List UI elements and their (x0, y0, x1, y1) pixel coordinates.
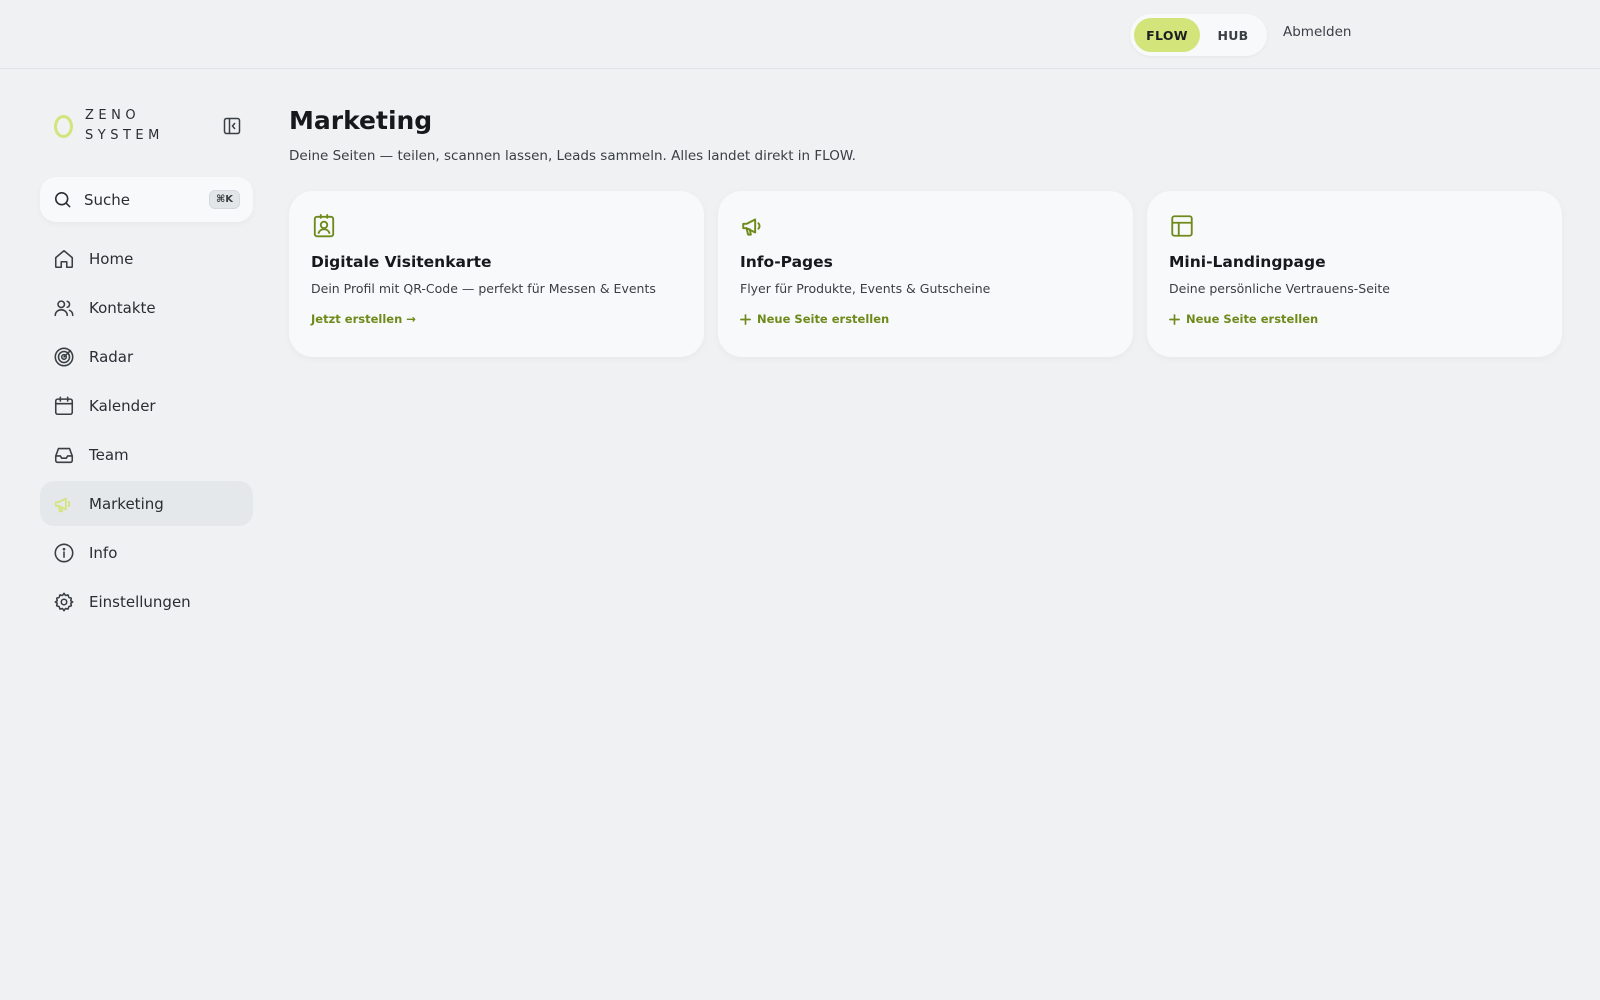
sidebar-item-marketing[interactable]: Marketing (40, 481, 253, 526)
layout-icon (1171, 215, 1193, 237)
card-title: Digitale Visitenkarte (311, 253, 492, 271)
sidebar-item-team[interactable]: Team (40, 432, 253, 477)
radar-icon (54, 347, 74, 366)
card-description: Deine persönliche Vertrauens-Seite (1169, 281, 1390, 296)
card-grid: Digitale Visitenkarte Dein Profil mit QR… (289, 191, 1562, 357)
card-action-label: Neue Seite erstellen (757, 312, 890, 326)
create-now-link[interactable]: Jetzt erstellen → (311, 312, 416, 326)
sidebar-item-label: Kontakte (89, 298, 156, 317)
search-shortcut-badge: ⌘K (208, 190, 240, 209)
sidebar-item-kontakte[interactable]: Kontakte (40, 285, 253, 330)
users-icon (54, 299, 74, 316)
page-subtitle: Deine Seiten — teilen, scannen lassen, L… (289, 148, 856, 164)
mode-switch: FLOW HUB (1130, 14, 1267, 56)
sidebar-item-label: Team (89, 445, 129, 464)
inbox-icon (54, 447, 74, 463)
sidebar-item-label: Einstellungen (89, 592, 191, 611)
calendar-icon (54, 396, 74, 415)
brand-line2: SYSTEM (85, 128, 164, 143)
sidebar-item-kalender[interactable]: Kalender (40, 383, 253, 428)
mode-flow-button[interactable]: FLOW (1134, 18, 1200, 52)
sidebar-item-home[interactable]: Home (40, 236, 253, 281)
new-page-button[interactable]: Neue Seite erstellen (740, 312, 889, 326)
sidebar-item-radar[interactable]: Radar (40, 334, 253, 379)
sidebar-item-label: Radar (89, 347, 134, 366)
card-action-label: Jetzt erstellen → (311, 312, 416, 326)
brand-line1: ZENO (85, 108, 141, 123)
search-input[interactable]: Suche ⌘K (40, 177, 253, 222)
card-description: Dein Profil mit QR-Code — perfekt für Me… (311, 281, 656, 296)
card-title: Info-Pages (740, 253, 833, 271)
gear-icon (54, 592, 74, 611)
card-digitale-visitenkarte[interactable]: Digitale Visitenkarte Dein Profil mit QR… (289, 191, 704, 357)
plus-icon (740, 313, 751, 325)
sidebar-item-label: Marketing (89, 494, 164, 513)
megaphone-icon (742, 218, 761, 236)
search-label: Suche (84, 190, 131, 209)
megaphone-icon (54, 497, 71, 512)
sidebar-item-label: Info (89, 543, 118, 562)
sidebar-item-einstellungen[interactable]: Einstellungen (40, 579, 253, 624)
card-action-label: Neue Seite erstellen (1186, 312, 1319, 326)
logout-link[interactable]: Abmelden (1283, 24, 1351, 40)
search-icon (54, 191, 71, 208)
sidebar-item-info[interactable]: Info (40, 530, 253, 575)
card-title: Mini-Landingpage (1169, 253, 1326, 271)
page-title: Marketing (289, 106, 433, 135)
brand-logo: ZENO SYSTEM (54, 106, 164, 146)
card-info-pages[interactable]: Info-Pages Flyer für Produkte, Events & … (718, 191, 1133, 357)
card-mini-landingpage[interactable]: Mini-Landingpage Deine persönliche Vertr… (1147, 191, 1562, 357)
sidebar-item-label: Home (89, 249, 134, 268)
sidebar-nav: Home Kontakte Radar Kalender Team Market… (40, 236, 253, 628)
plus-icon (1169, 313, 1180, 325)
info-icon (54, 543, 74, 562)
home-icon (54, 249, 74, 268)
sidebar-item-label: Kalender (89, 396, 156, 415)
sidebar-collapse-icon[interactable] (223, 117, 241, 135)
contact-card-icon (313, 214, 335, 238)
logo-ring-icon (54, 114, 73, 138)
top-bar: FLOW HUB Abmelden (0, 0, 1600, 69)
mode-hub-button[interactable]: HUB (1204, 18, 1262, 52)
card-description: Flyer für Produkte, Events & Gutscheine (740, 281, 991, 296)
new-page-button[interactable]: Neue Seite erstellen (1169, 312, 1318, 326)
